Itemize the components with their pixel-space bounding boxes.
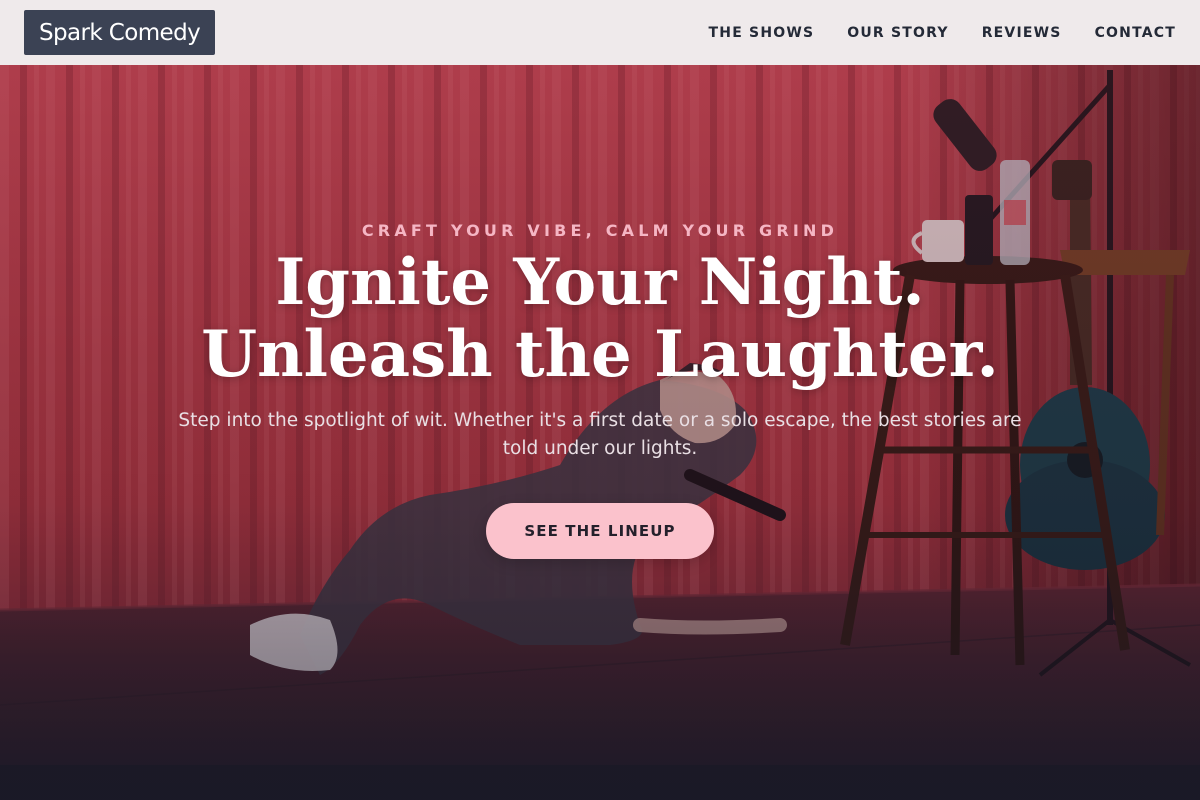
hero-headline-line-2: Unleash the Laughter. [201,317,999,392]
page: Spark Comedy THE SHOWS OUR STORY REVIEWS… [0,0,1200,800]
nav-link-contact[interactable]: CONTACT [1095,25,1176,41]
hero-section: CRAFT YOUR VIBE, CALM YOUR GRIND Ignite … [0,65,1200,800]
hero-tagline: CRAFT YOUR VIBE, CALM YOUR GRIND [361,221,839,240]
site-header: Spark Comedy THE SHOWS OUR STORY REVIEWS… [0,0,1200,65]
site-logo[interactable]: Spark Comedy [24,10,216,55]
main-nav: THE SHOWS OUR STORY REVIEWS CONTACT [709,25,1176,41]
hero-content: CRAFT YOUR VIBE, CALM YOUR GRIND Ignite … [0,215,1200,559]
nav-link-the-shows[interactable]: THE SHOWS [709,25,815,41]
hero-subtext: Step into the spotlight of wit. Whether … [178,410,1022,459]
nav-link-reviews[interactable]: REVIEWS [982,25,1062,41]
hero-headline-line-1: Ignite Your Night. [275,245,925,320]
see-the-lineup-button[interactable]: SEE THE LINEUP [486,503,714,559]
hero-headline: Ignite Your Night. Unleash the Laughter. [0,247,1200,391]
nav-link-our-story[interactable]: OUR STORY [847,25,948,41]
